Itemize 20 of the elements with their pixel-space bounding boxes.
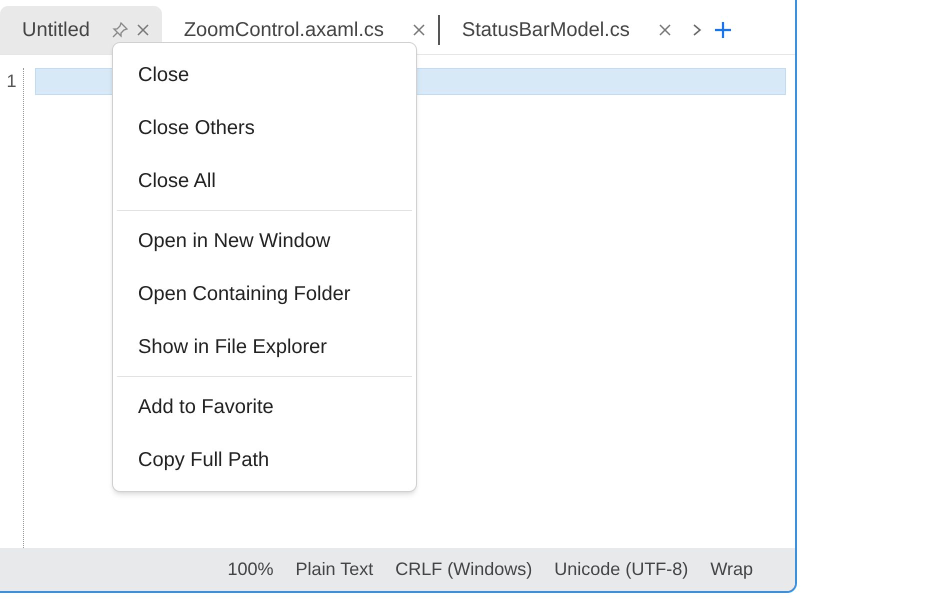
close-icon[interactable] [658,23,672,37]
status-item[interactable]: Plain Text [296,556,374,583]
close-icon[interactable] [136,23,150,37]
status-item[interactable]: Wrap [710,556,753,583]
menu-item[interactable]: Open in New Window [113,214,416,267]
line-number: 1 [6,70,16,93]
menu-item[interactable]: Open Containing Folder [113,267,416,320]
menu-item[interactable]: Show in File Explorer [113,320,416,373]
tab[interactable]: Untitled [0,6,162,54]
menu-item[interactable]: Copy Full Path [113,433,416,486]
add-tab-icon[interactable] [714,21,732,39]
status-item[interactable]: Unicode (UTF-8) [554,556,688,583]
close-icon[interactable] [412,23,426,37]
menu-item[interactable]: Add to Favorite [113,380,416,433]
status-item[interactable]: CRLF (Windows) [395,556,532,583]
menu-item[interactable]: Close Others [113,101,416,154]
menu-item[interactable]: Close All [113,154,416,207]
status-item[interactable]: 100% [228,556,274,583]
pin-icon[interactable] [112,22,128,38]
chevron-right-icon[interactable] [692,22,702,38]
